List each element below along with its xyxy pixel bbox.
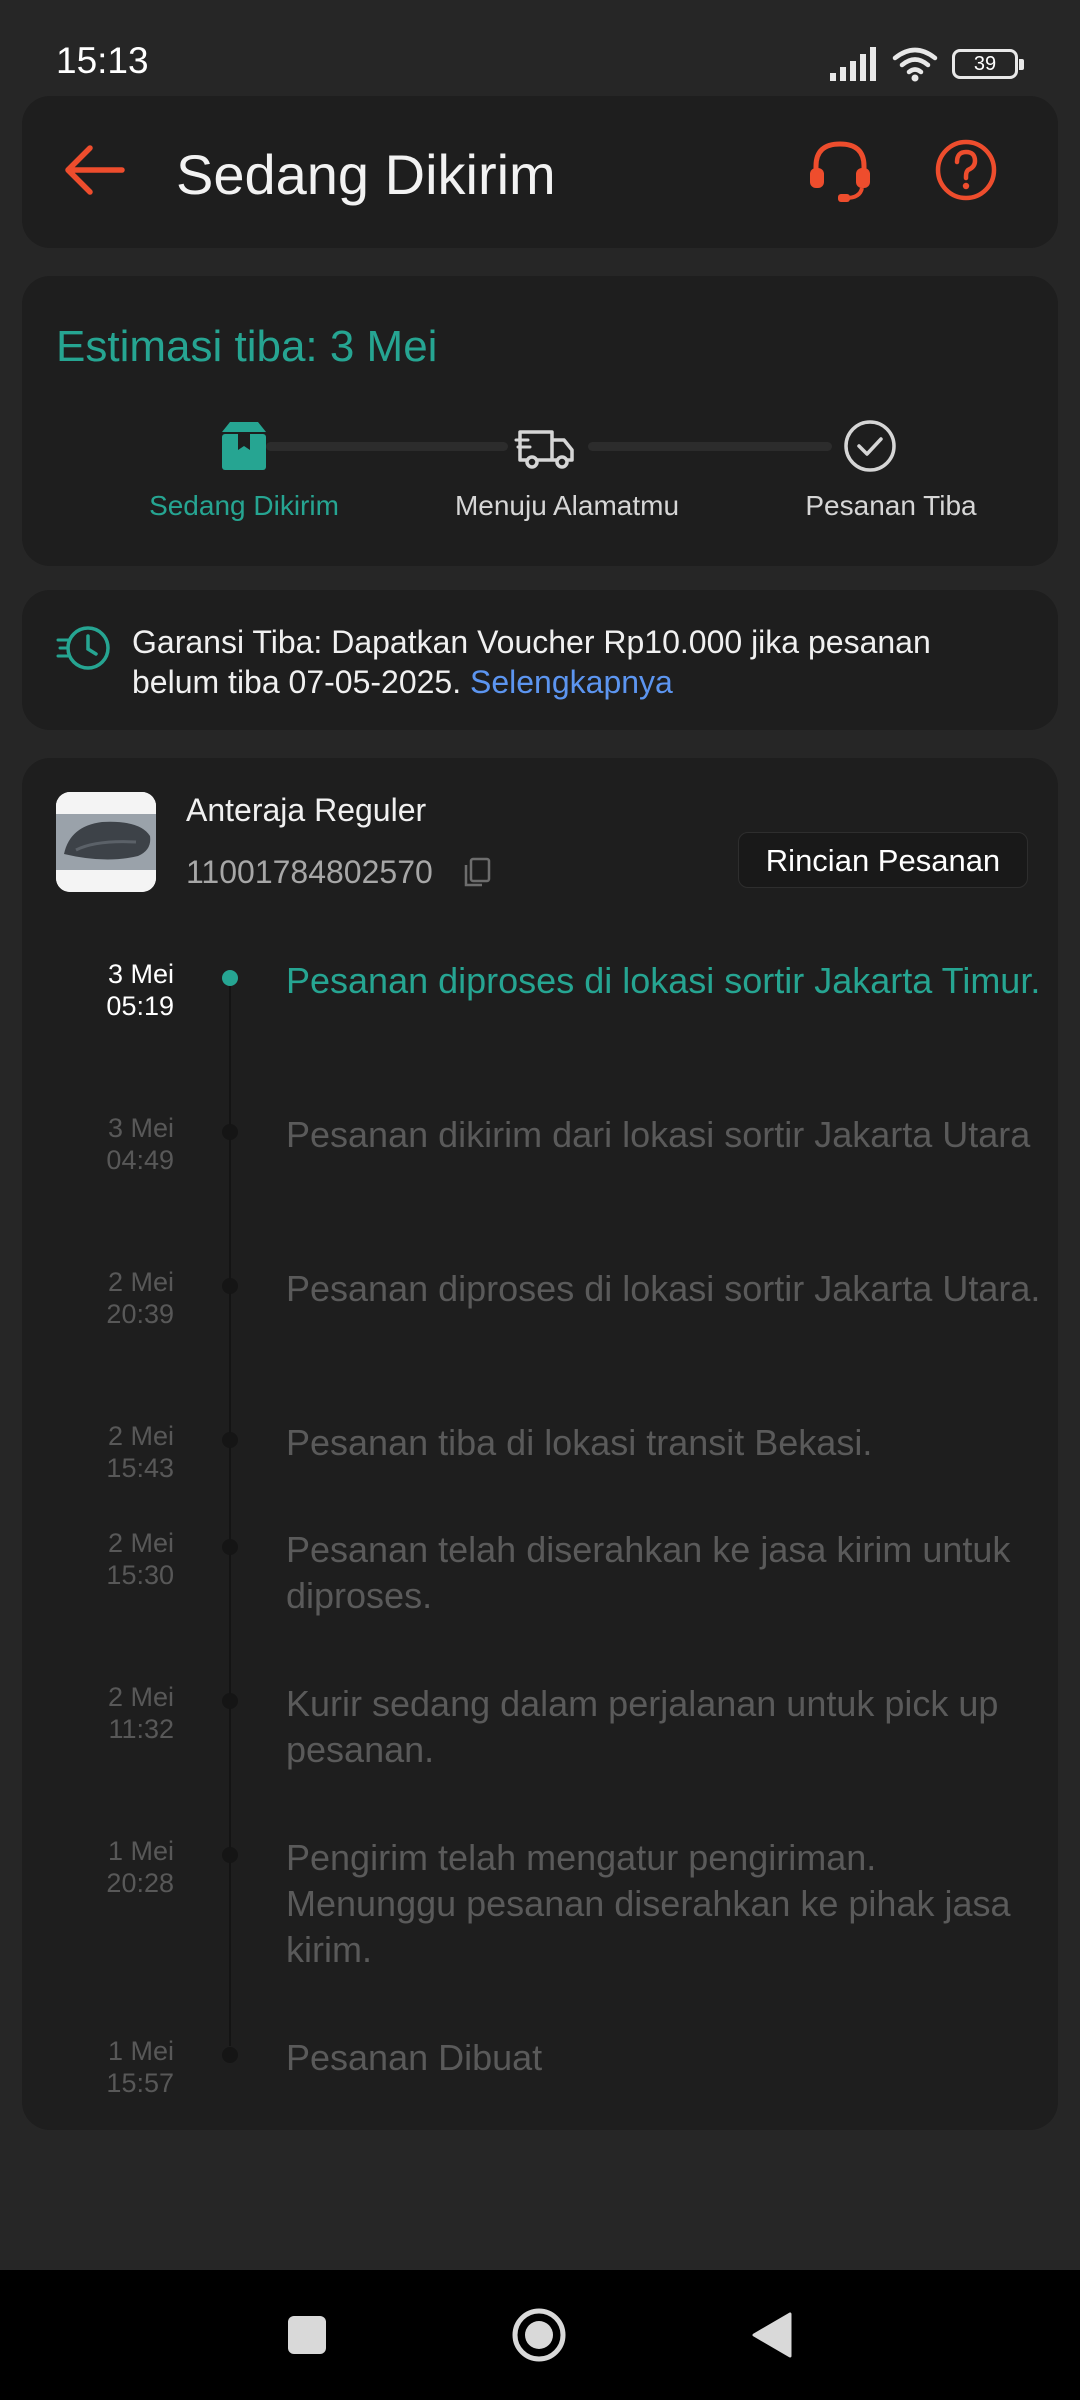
timeline-text: Pesanan diproses di lokasi sortir Jakart…: [286, 1268, 1041, 1309]
step-label-pesanan-tiba: Pesanan Tiba: [805, 490, 977, 521]
page-title: Sedang Dikirim: [176, 143, 556, 206]
timeline-dot: [222, 1432, 238, 1448]
timeline-date: 2 Mei 20:39: [106, 1267, 174, 1329]
recent-apps-icon[interactable]: [276, 2304, 338, 2366]
header-bar: Sedang Dikirim: [22, 96, 1058, 248]
signal-icon: [830, 47, 876, 81]
wifi-icon: [892, 47, 938, 82]
timeline-text: Pesanan tiba di lokasi transit Bekasi.: [286, 1422, 873, 1463]
tracking-timeline: 3 Mei 05:19 Pesanan diproses di lokasi so…: [22, 758, 1058, 2130]
timeline-dot: [222, 1693, 238, 1709]
progress-line-2: [588, 442, 832, 451]
box-icon: [222, 422, 266, 470]
timeline-text: Pesanan telah diserahkan ke jasa kirim u…: [286, 1529, 1011, 1616]
timeline-date: 2 Mei 11:32: [107, 1682, 174, 1744]
timeline-date: 1 Mei 20:28: [106, 1836, 174, 1898]
timeline-text: Pesanan dikirim dari lokasi sortir Jakar…: [286, 1114, 1031, 1155]
home-icon[interactable]: [508, 2304, 570, 2366]
status-time: 15:13: [56, 40, 149, 81]
status-bar: 15:13 39: [0, 0, 1080, 96]
status-icons: 39: [828, 44, 1024, 84]
timeline-text: Pesanan diproses di lokasi sortir Jakart…: [286, 960, 1041, 1001]
guarantee-text: Garansi Tiba: Dapatkan Voucher Rp10.000 …: [132, 622, 1012, 702]
delivery-guarantee-card[interactable]: Garansi Tiba: Dapatkan Voucher Rp10.000 …: [22, 590, 1058, 730]
timeline-dot: [222, 1278, 238, 1294]
battery-icon: 39: [952, 49, 1024, 79]
timeline-dot: [222, 970, 238, 986]
progress-line-1: [266, 442, 508, 451]
truck-icon: [514, 430, 574, 469]
timeline-date: 2 Mei 15:30: [106, 1528, 174, 1590]
headset-icon[interactable]: [802, 132, 878, 208]
timeline-date: 1 Mei 15:57: [106, 2036, 174, 2098]
timeline-date: 3 Mei 05:19: [106, 959, 174, 1021]
check-circle-icon: [844, 420, 896, 472]
guarantee-more-link[interactable]: Selengkapnya: [470, 664, 673, 700]
timeline-dot: [222, 1847, 238, 1863]
tracking-card: Anteraja Reguler 11001784802570 Rincian …: [22, 758, 1058, 2130]
timeline-dot: [222, 1539, 238, 1555]
step-label-menuju-alamatmu: Menuju Alamatmu: [454, 490, 680, 521]
timeline-date: 2 Mei 15:43: [106, 1421, 174, 1483]
system-nav-bar: [0, 2270, 1080, 2400]
back-arrow-icon[interactable]: [58, 134, 130, 206]
back-triangle-icon[interactable]: [742, 2304, 804, 2366]
clock-fast-icon: [56, 626, 110, 670]
timeline-date: 3 Mei 04:49: [106, 1113, 174, 1175]
timeline-text: Kurir sedang dalam perjalanan untuk pick…: [286, 1683, 999, 1770]
timeline-text: Pesanan Dibuat: [286, 2037, 543, 2078]
timeline-dot: [222, 2047, 238, 2063]
delivery-estimate-card: Estimasi tiba: 3 Mei Sedang Dikirim Menu…: [22, 276, 1058, 566]
help-icon[interactable]: [928, 132, 1004, 208]
step-label-sedang-dikirim: Sedang Dikirim: [149, 490, 339, 521]
timeline-text: Pengirim telah mengatur pengiriman. Menu…: [286, 1837, 1011, 1970]
timeline-dot: [222, 1124, 238, 1140]
battery-level: 39: [973, 53, 997, 75]
estimate-title: Estimasi tiba: 3 Mei: [56, 322, 438, 371]
